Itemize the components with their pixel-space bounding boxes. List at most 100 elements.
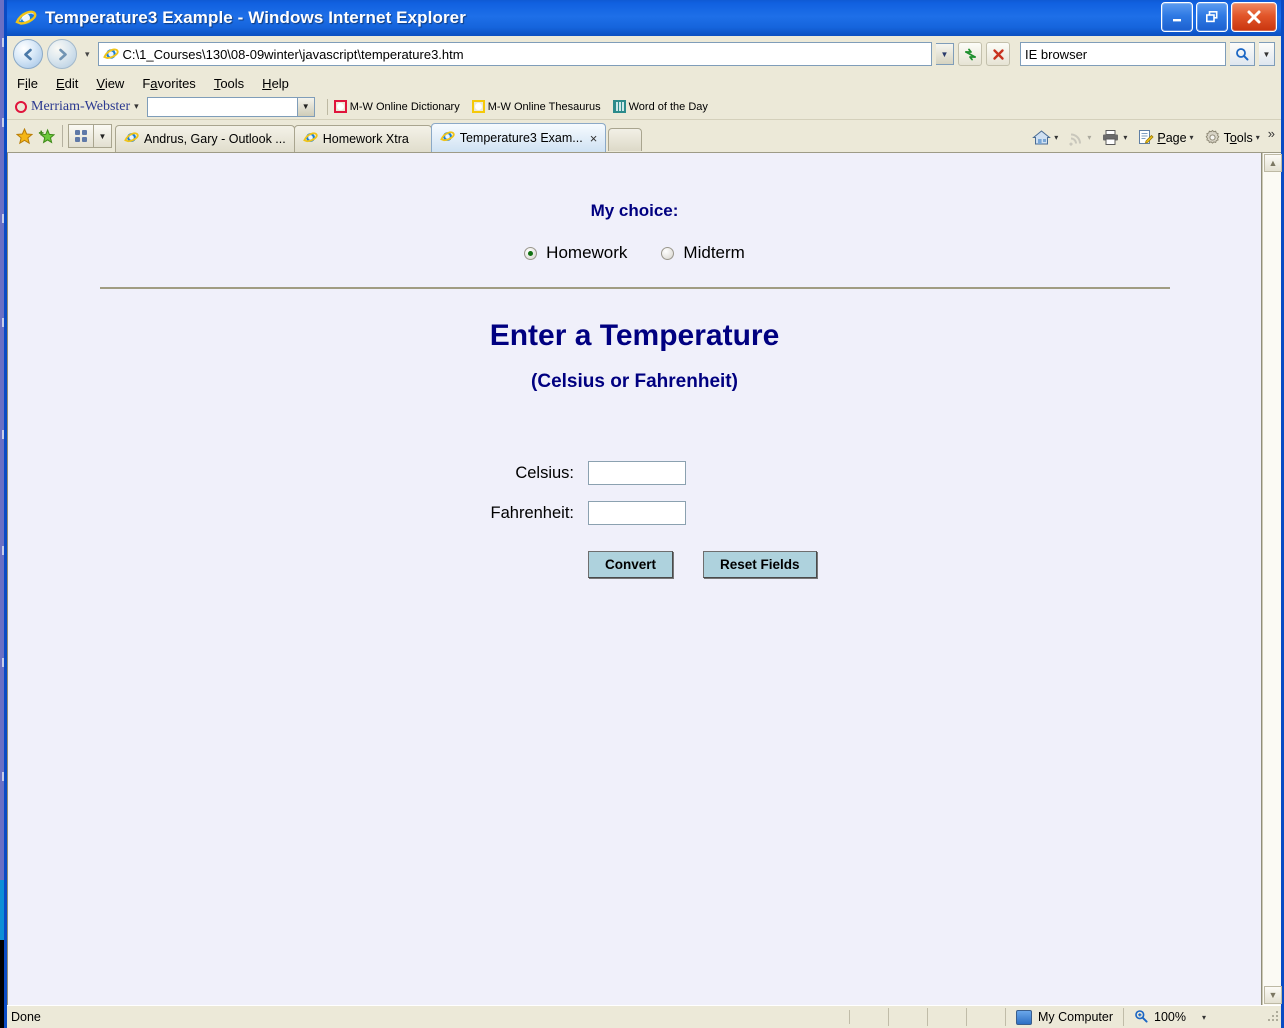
back-button[interactable] bbox=[13, 39, 43, 69]
merriam-webster-search-input[interactable]: ▼ bbox=[146, 96, 315, 117]
merriam-webster-logo-icon bbox=[15, 100, 27, 113]
mw-online-thesaurus-link[interactable]: M-W Online Thesaurus bbox=[471, 100, 601, 113]
restore-button[interactable] bbox=[1196, 2, 1228, 32]
command-bar-overflow-icon[interactable]: » bbox=[1268, 126, 1275, 141]
chevron-down-icon[interactable]: ▾ bbox=[1123, 133, 1127, 142]
command-bar: ▾ ▾ ▾ Page ▾ Tools ▾ » bbox=[1028, 126, 1275, 149]
forward-button[interactable] bbox=[47, 39, 77, 69]
merriam-webster-toolbar: Merriam-Webster ▾ ▼ M-W Online Dictionar… bbox=[7, 94, 1281, 120]
tab-homework-xtra[interactable]: Homework Xtra bbox=[293, 125, 432, 152]
chevron-down-icon[interactable]: ▾ bbox=[1054, 133, 1058, 142]
fahrenheit-input[interactable] bbox=[588, 501, 686, 525]
resize-grip[interactable] bbox=[1267, 1011, 1279, 1023]
home-button[interactable]: ▾ bbox=[1028, 127, 1062, 148]
quick-tabs-button[interactable] bbox=[68, 124, 94, 148]
radio-option-homework[interactable]: Homework bbox=[524, 243, 627, 263]
merriam-webster-brand[interactable]: Merriam-Webster ▾ bbox=[15, 99, 139, 115]
tab-favicon-icon bbox=[124, 130, 139, 148]
menu-edit[interactable]: Edit bbox=[56, 76, 78, 91]
quick-tabs-grid-icon bbox=[75, 130, 87, 142]
tab-outlook[interactable]: Andrus, Gary - Outlook ... bbox=[115, 125, 295, 152]
fahrenheit-label: Fahrenheit: bbox=[490, 503, 574, 522]
fahrenheit-row: Fahrenheit: bbox=[452, 501, 686, 525]
vertical-scrollbar[interactable]: ▲ ▼ bbox=[1262, 153, 1282, 1005]
radio-option-midterm[interactable]: Midterm bbox=[661, 243, 745, 263]
form-buttons: Convert Reset Fields bbox=[588, 551, 817, 578]
scroll-up-button[interactable]: ▲ bbox=[1264, 154, 1282, 172]
tab-list-caret-icon[interactable]: ▼ bbox=[94, 124, 112, 148]
tools-button[interactable]: Tools ▾ bbox=[1200, 127, 1264, 148]
word-of-the-day-label: Word of the Day bbox=[628, 100, 708, 113]
toolbar-divider bbox=[326, 98, 328, 115]
recent-pages-caret-icon[interactable]: ▾ bbox=[81, 49, 94, 60]
address-url-text: C:\1_Courses\130\08-09winter\javascript\… bbox=[122, 46, 464, 62]
tab-label: Andrus, Gary - Outlook ... bbox=[144, 132, 286, 146]
radio-homework-icon[interactable] bbox=[524, 246, 538, 260]
radio-midterm-label: Midterm bbox=[683, 243, 745, 262]
zoom-control[interactable]: 100% ▾ bbox=[1124, 1009, 1216, 1026]
close-button[interactable] bbox=[1231, 2, 1277, 32]
tab-temperature3-example[interactable]: Temperature3 Exam... × bbox=[430, 123, 607, 152]
page-button-label: Page bbox=[1157, 130, 1187, 145]
tab-favicon-icon bbox=[439, 129, 455, 147]
feeds-button[interactable]: ▾ bbox=[1064, 128, 1095, 148]
menu-view[interactable]: View bbox=[96, 76, 124, 91]
browser-viewport: My choice: Homework Midterm Enter a Temp… bbox=[7, 152, 1282, 1005]
favorites-center-button[interactable] bbox=[13, 123, 35, 149]
print-button[interactable]: ▾ bbox=[1097, 127, 1131, 148]
address-dropdown-icon[interactable]: ▼ bbox=[936, 43, 954, 65]
yellow-square-icon bbox=[471, 100, 485, 113]
search-input[interactable]: IE browser bbox=[1020, 42, 1226, 66]
celsius-input[interactable] bbox=[588, 461, 686, 485]
reset-fields-button[interactable]: Reset Fields bbox=[703, 551, 817, 578]
tab-label: Temperature3 Exam... bbox=[459, 131, 583, 145]
scroll-down-button[interactable]: ▼ bbox=[1264, 986, 1282, 1004]
merriam-webster-search-caret-icon[interactable]: ▼ bbox=[296, 97, 314, 116]
stop-button[interactable] bbox=[986, 42, 1010, 66]
menu-file[interactable]: File bbox=[17, 76, 38, 91]
search-go-button[interactable] bbox=[1230, 42, 1255, 66]
internet-explorer-icon bbox=[15, 7, 37, 29]
status-bar: Done My Computer 100% ▾ bbox=[7, 1005, 1281, 1028]
refresh-button[interactable] bbox=[958, 42, 982, 66]
tab-favicon-icon bbox=[302, 130, 318, 148]
choice-radio-group: Homework Midterm bbox=[8, 243, 1261, 263]
mw-online-dictionary-link[interactable]: M-W Online Dictionary bbox=[333, 100, 460, 113]
mw-online-dictionary-label: M-W Online Dictionary bbox=[349, 100, 460, 113]
tab-label: Homework Xtra bbox=[322, 132, 409, 146]
new-tab-button[interactable] bbox=[608, 128, 643, 151]
merriam-webster-search-value bbox=[148, 98, 297, 116]
security-zone-label: My Computer bbox=[1038, 1010, 1114, 1024]
convert-button[interactable]: Convert bbox=[588, 551, 674, 578]
radio-midterm-icon[interactable] bbox=[661, 246, 675, 260]
security-zone[interactable]: My Computer bbox=[1006, 1008, 1125, 1026]
chevron-down-icon[interactable]: ▾ bbox=[1190, 133, 1194, 142]
window-title: Temperature3 Example - Windows Internet … bbox=[45, 8, 466, 27]
merriam-webster-brand-label: Merriam-Webster bbox=[31, 98, 131, 114]
menu-favorites[interactable]: Favorites bbox=[142, 76, 195, 91]
address-input[interactable]: C:\1_Courses\130\08-09winter\javascript\… bbox=[97, 42, 932, 66]
zoom-level-label: 100% bbox=[1154, 1010, 1187, 1024]
chevron-down-icon[interactable]: ▾ bbox=[1256, 133, 1260, 142]
tab-close-icon[interactable]: × bbox=[590, 131, 598, 146]
minimize-button[interactable] bbox=[1161, 2, 1193, 32]
page-button[interactable]: Page ▾ bbox=[1133, 127, 1197, 148]
radio-homework-label: Homework bbox=[546, 243, 628, 262]
tools-button-label: Tools bbox=[1223, 130, 1253, 145]
scrollbar-track[interactable] bbox=[1263, 173, 1281, 985]
magnifier-plus-icon bbox=[1134, 1009, 1148, 1026]
title-bar: Temperature3 Example - Windows Internet … bbox=[7, 0, 1281, 36]
word-of-the-day-link[interactable]: Word of the Day bbox=[612, 100, 708, 113]
add-to-favorites-button[interactable] bbox=[35, 123, 57, 149]
page-title: Enter a Temperature bbox=[489, 319, 780, 352]
zoom-caret-icon[interactable]: ▾ bbox=[1202, 1013, 1206, 1022]
search-options-caret-icon[interactable]: ▼ bbox=[1259, 42, 1275, 66]
mw-online-thesaurus-label: M-W Online Thesaurus bbox=[487, 100, 601, 113]
my-choice-heading: My choice: bbox=[590, 201, 679, 220]
merriam-webster-caret-icon[interactable]: ▾ bbox=[134, 101, 139, 112]
page-content: My choice: Homework Midterm Enter a Temp… bbox=[7, 153, 1262, 1005]
status-cell bbox=[889, 1008, 928, 1026]
status-message: Done bbox=[7, 1010, 850, 1024]
menu-help[interactable]: Help bbox=[262, 76, 289, 91]
menu-tools[interactable]: Tools bbox=[214, 76, 244, 91]
